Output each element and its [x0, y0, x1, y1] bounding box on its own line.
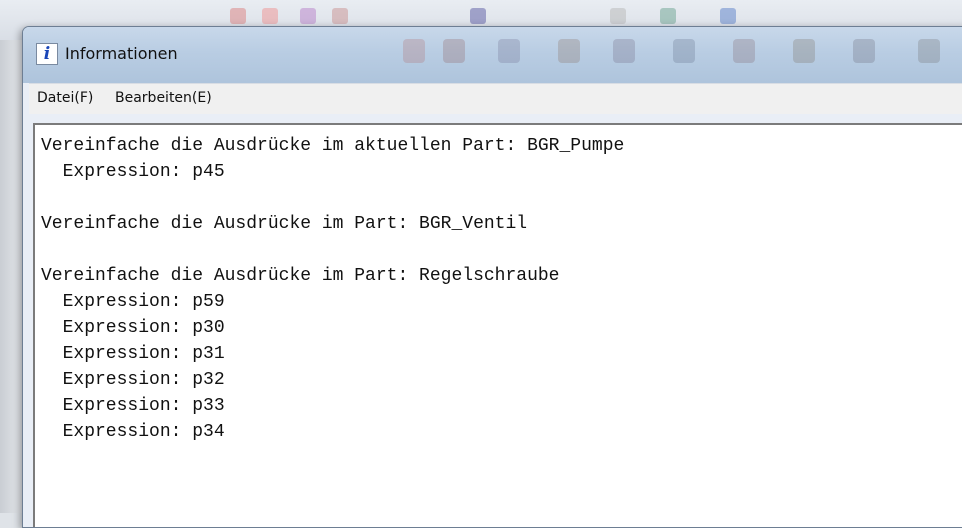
background-toolbar-icon: [470, 8, 486, 24]
ghost-icon: [613, 39, 635, 63]
output-line: Expression: p30: [41, 318, 225, 338]
output-text-area[interactable]: Vereinfache die Ausdrücke im aktuellen P…: [33, 123, 962, 527]
background-toolbar-icon: [720, 8, 736, 24]
output-line: Expression: p33: [41, 396, 225, 416]
menu-bar: Datei(F) Bearbeiten(E): [29, 83, 962, 114]
output-text: Vereinfache die Ausdrücke im aktuellen P…: [35, 125, 962, 445]
output-line: Expression: p31: [41, 344, 225, 364]
title-bar[interactable]: i Informationen: [23, 27, 962, 83]
output-line: Expression: p45: [41, 162, 225, 182]
ghost-icon: [498, 39, 520, 63]
ghost-icon: [853, 39, 875, 63]
background-toolbar-icon: [332, 8, 348, 24]
ghost-icon: [403, 39, 425, 63]
ghost-icon: [733, 39, 755, 63]
background-toolbar-icon: [262, 8, 278, 24]
output-line: Expression: p59: [41, 292, 225, 312]
window-title: Informationen: [65, 44, 178, 63]
output-line: Vereinfache die Ausdrücke im aktuellen P…: [41, 136, 625, 156]
ghost-icon: [443, 39, 465, 63]
info-icon: i: [36, 43, 58, 65]
information-window: i Informationen Datei(F) Bearbeiten(E) V…: [22, 26, 962, 528]
background-toolbar-icon: [660, 8, 676, 24]
ghost-icon: [558, 39, 580, 63]
ghost-icon: [918, 39, 940, 63]
background-toolbar-icon: [610, 8, 626, 24]
ghost-icon: [793, 39, 815, 63]
background-toolbar-icon: [300, 8, 316, 24]
background-sidebar: [0, 40, 22, 513]
menu-file[interactable]: Datei(F): [33, 90, 97, 106]
background-toolbar-icon: [230, 8, 246, 24]
menu-edit[interactable]: Bearbeiten(E): [111, 90, 216, 106]
output-line: Expression: p34: [41, 422, 225, 442]
output-line: Vereinfache die Ausdrücke im Part: Regel…: [41, 266, 560, 286]
ghost-icon: [673, 39, 695, 63]
output-line: Expression: p32: [41, 370, 225, 390]
output-line: Vereinfache die Ausdrücke im Part: BGR_V…: [41, 214, 528, 234]
